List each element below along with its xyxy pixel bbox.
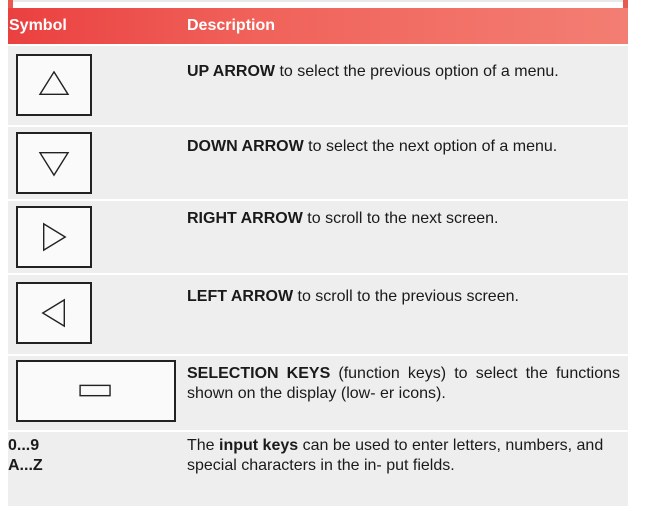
key-description: to scroll to the previous screen. xyxy=(293,288,519,305)
down-arrow-key xyxy=(16,132,92,194)
description-cell: LEFT ARROW to scroll to the previous scr… xyxy=(187,287,620,307)
description-cell: The input keys can be used to enter lett… xyxy=(187,436,620,476)
description-cell: DOWN ARROW to select the next option of … xyxy=(187,137,620,157)
down-triangle-icon xyxy=(38,152,70,177)
left-triangle-icon xyxy=(41,298,65,328)
digit-range: 0...9 xyxy=(8,437,40,454)
header-accent-right xyxy=(623,0,628,8)
selection-key xyxy=(16,360,176,422)
description-cell: SELECTION KEYS (function keys) to select… xyxy=(187,364,620,404)
table-row: SELECTION KEYS (function keys) to select… xyxy=(8,356,628,430)
table-row: LEFT ARROW to scroll to the previous scr… xyxy=(8,275,628,354)
right-arrow-key xyxy=(16,206,92,268)
table-row: UP ARROW to select the previous option o… xyxy=(8,46,628,125)
symbol-cell: 0...9 A...Z xyxy=(8,432,180,506)
symbol-cell xyxy=(8,356,180,430)
header-description: Description xyxy=(187,17,276,34)
up-triangle-icon xyxy=(38,70,70,96)
description-cell: RIGHT ARROW to scroll to the next screen… xyxy=(187,209,620,229)
table-header: Symbol Description xyxy=(8,8,628,44)
key-name: RIGHT ARROW xyxy=(187,210,303,227)
letter-range: A...Z xyxy=(8,457,43,474)
right-triangle-icon xyxy=(43,222,67,252)
symbol-cell xyxy=(8,46,180,125)
key-name: DOWN ARROW xyxy=(187,138,304,155)
key-name: SELECTION KEYS xyxy=(187,365,331,382)
key-description: to select the previous option of a menu. xyxy=(275,63,559,80)
symbol-cell xyxy=(8,127,180,199)
header-accent-left xyxy=(8,0,13,8)
key-name: LEFT ARROW xyxy=(187,288,294,305)
header-symbol: Symbol xyxy=(9,17,67,34)
key-description: to select the next option of a menu. xyxy=(303,138,558,155)
left-arrow-key xyxy=(16,282,92,344)
table-row: DOWN ARROW to select the next option of … xyxy=(8,127,628,199)
key-name: UP ARROW xyxy=(187,63,275,80)
table-row: RIGHT ARROW to scroll to the next screen… xyxy=(8,201,628,273)
up-arrow-key xyxy=(16,54,92,116)
table-row: 0...9 A...Z The input keys can be used t… xyxy=(8,432,628,506)
input-key-symbols: 0...9 A...Z xyxy=(8,436,43,476)
symbol-cell xyxy=(8,201,180,273)
rectangle-key-icon xyxy=(79,384,111,397)
description-cell: UP ARROW to select the previous option o… xyxy=(187,62,620,82)
description-prefix: The xyxy=(187,437,220,454)
key-name: input keys xyxy=(219,437,299,454)
symbol-cell xyxy=(8,275,180,354)
key-description: to scroll to the next screen. xyxy=(302,210,499,227)
top-rule xyxy=(8,0,628,2)
